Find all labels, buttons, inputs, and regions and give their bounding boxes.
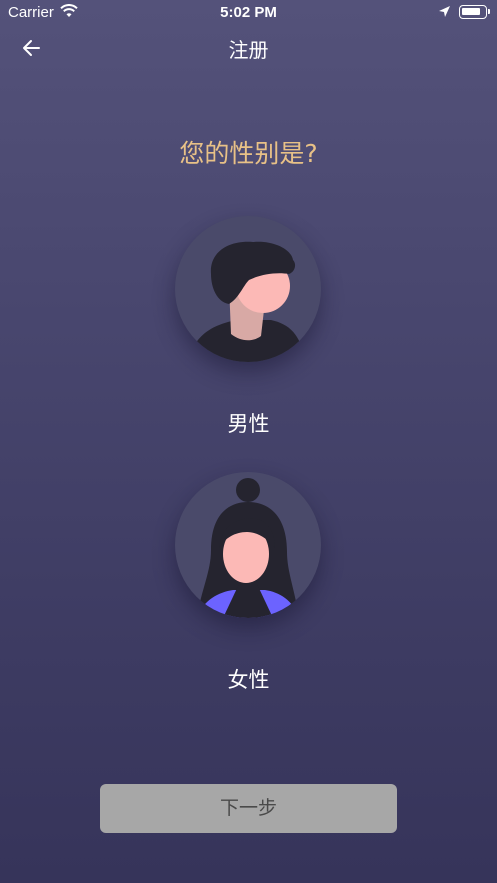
clock: 5:02 PM [220,4,277,21]
page-title: 注册 [228,38,269,62]
gender-question: 您的性别是? [179,139,318,168]
battery-icon [459,5,490,19]
female-option-label[interactable]: 女性 [0,664,497,694]
status-bar: Carrier 5:02 PM [0,0,497,26]
female-avatar[interactable] [175,472,321,618]
navigation-bar: 注册 [0,26,497,70]
male-avatar[interactable] [175,216,321,362]
location-arrow-icon [439,6,450,17]
next-button[interactable]: 下一步 [100,784,397,833]
male-option-label[interactable]: 男性 [0,408,497,438]
